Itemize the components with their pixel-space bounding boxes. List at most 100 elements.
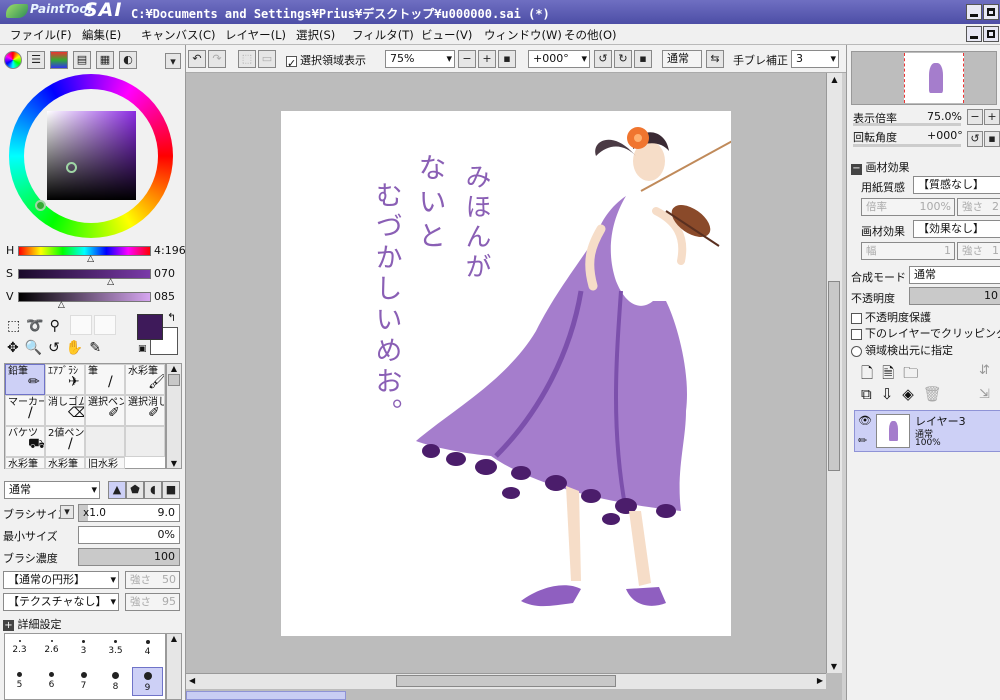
- new-raster-layer-icon[interactable]: 🗎: [882, 364, 903, 382]
- size-preset[interactable]: 6: [37, 668, 66, 695]
- tool-brush[interactable]: 筆 /: [85, 364, 125, 395]
- doc-restore-button[interactable]: [983, 26, 999, 42]
- layer-blend-select[interactable]: 通常: [909, 266, 1000, 284]
- layer-move-icon[interactable]: ⇵: [979, 363, 990, 378]
- scroll-thumb[interactable]: [828, 281, 840, 471]
- navigator-preview[interactable]: [851, 51, 997, 105]
- lasso-icon[interactable]: ➰: [26, 318, 49, 334]
- scratchpad-tab-icon[interactable]: ◐: [119, 51, 137, 69]
- swatch-tab-icon[interactable]: ▤: [73, 51, 91, 69]
- rotate-left-icon[interactable]: ↺: [594, 50, 612, 68]
- hue-slider[interactable]: [18, 246, 151, 256]
- layer-transfer-icon[interactable]: ⇲: [979, 387, 990, 402]
- value-slider[interactable]: [18, 292, 151, 302]
- sv-square[interactable]: [47, 111, 136, 200]
- paper-strength-field[interactable]: 強さ 2: [957, 198, 1000, 216]
- brush-density-slider[interactable]: 100: [78, 548, 180, 566]
- effect-strength-field[interactable]: 強さ 1: [957, 242, 1000, 260]
- clipping-checkbox[interactable]: 下のレイヤーでクリッピング: [851, 325, 1000, 341]
- tool-select-pen[interactable]: 選択ペン ✐: [85, 395, 125, 426]
- size-preset[interactable]: 7: [69, 668, 98, 695]
- scroll-up-icon[interactable]: ▲: [827, 75, 842, 84]
- zoom-out-icon[interactable]: −: [458, 50, 476, 68]
- tool-pencil[interactable]: 鉛筆 ✏: [5, 364, 45, 395]
- zoom-icon[interactable]: 🔍: [25, 340, 48, 356]
- menu-filter[interactable]: フィルタ(T): [352, 27, 414, 43]
- material-section-toggle[interactable]: − 画材効果: [851, 159, 910, 175]
- rotate-icon[interactable]: ↺: [48, 340, 66, 356]
- selection-source-checkbox[interactable]: 領域検出元に指定: [851, 342, 953, 358]
- size-preset[interactable]: 3.5: [101, 636, 130, 663]
- tool-marker[interactable]: マーカー /: [5, 395, 45, 426]
- new-folder-icon[interactable]: 🗀: [903, 364, 927, 382]
- sv-picker-marker[interactable]: [66, 162, 77, 173]
- saturation-slider[interactable]: [18, 269, 151, 279]
- nav-rotate-left-icon[interactable]: ↺: [967, 131, 983, 147]
- layer-opacity-slider[interactable]: 10: [909, 287, 1000, 305]
- hue-picker-marker[interactable]: [35, 200, 46, 211]
- size-preset[interactable]: 3: [69, 636, 98, 663]
- rotation-select[interactable]: +000° ▾: [528, 50, 590, 68]
- menu-layer[interactable]: レイヤー(L): [225, 27, 286, 43]
- tool-airbrush[interactable]: ｴｱﾌﾞﾗｼ ✈: [45, 364, 85, 395]
- merge-down-icon[interactable]: ⇩: [881, 385, 903, 403]
- selection-display-toggle[interactable]: ✓ 選択領域表示: [286, 52, 366, 70]
- tool-old-watercolor[interactable]: 旧水彩: [85, 457, 125, 469]
- layer-item[interactable]: 👁 ✏ レイヤー3 通常 100%: [854, 410, 1000, 452]
- scroll-up-icon[interactable]: ▲: [167, 634, 181, 643]
- foreground-color-swatch[interactable]: [137, 314, 163, 340]
- scroll-up-icon[interactable]: ▲: [167, 364, 181, 373]
- redo-icon[interactable]: ↷: [208, 50, 226, 68]
- effect-select[interactable]: 【効果なし】: [913, 220, 1000, 238]
- zoom-in-icon[interactable]: +: [478, 50, 496, 68]
- paper-scale-field[interactable]: 倍率 100%: [861, 198, 955, 216]
- palette-tab-icon[interactable]: ▦: [96, 51, 114, 69]
- menu-edit[interactable]: 編集(E): [82, 27, 121, 43]
- nav-zoom-in-icon[interactable]: +: [984, 109, 1000, 125]
- protect-opacity-checkbox[interactable]: 不透明度保護: [851, 309, 931, 325]
- new-layer-icon[interactable]: 🗋: [861, 364, 882, 382]
- brush-blend-select[interactable]: 通常 ▾: [4, 481, 100, 499]
- size-preset[interactable]: 8: [101, 668, 130, 695]
- doc-minimize-button[interactable]: [966, 26, 982, 42]
- min-size-slider[interactable]: 0%: [78, 526, 180, 544]
- size-preset-selected[interactable]: 9: [132, 667, 163, 696]
- texture-select[interactable]: 【テクスチャなし】 ▾: [3, 593, 119, 611]
- color-wheel-tab-icon[interactable]: [4, 51, 22, 69]
- flip-horizontal-icon[interactable]: ⇆: [706, 50, 724, 68]
- brush-shape-dome-icon[interactable]: ◖: [144, 481, 162, 499]
- tool-bucket[interactable]: バケツ ⛟: [5, 426, 45, 457]
- details-toggle[interactable]: + 詳細設定: [3, 616, 62, 632]
- brush-shape-round-icon[interactable]: ⬟: [126, 481, 144, 499]
- tool-grid-scrollbar[interactable]: ▲ ▼: [166, 363, 182, 469]
- delete-layer-icon[interactable]: 🗑: [923, 385, 951, 403]
- menu-file[interactable]: ファイル(F): [10, 27, 72, 43]
- brush-shape-flat-icon[interactable]: ▲: [108, 481, 126, 499]
- tool-binary-pen[interactable]: 2値ペン /: [45, 426, 85, 457]
- tool-select-eraser[interactable]: 選択消し ✐: [125, 395, 165, 426]
- presets-scrollbar[interactable]: ▲: [166, 633, 182, 700]
- eye-icon[interactable]: 👁: [858, 414, 872, 427]
- value-slider-thumb[interactable]: △: [58, 300, 65, 310]
- hsv-slider-tab-icon[interactable]: [50, 51, 68, 69]
- zoom-reset-icon[interactable]: ▪: [498, 50, 516, 68]
- undo-icon[interactable]: ↶: [188, 50, 206, 68]
- tool-watercolor[interactable]: 水彩筆 🖌: [125, 364, 165, 395]
- hand-icon[interactable]: ✋: [66, 340, 89, 356]
- menu-canvas[interactable]: キャンバス(C): [141, 27, 216, 43]
- rect-select-icon[interactable]: ⬚: [7, 318, 26, 334]
- tool-watercolor-3[interactable]: 水彩筆: [45, 457, 85, 469]
- shape-strength-field[interactable]: 強さ 50: [125, 571, 180, 589]
- canvas-document[interactable]: みほんが ないと むづかしいめお。: [281, 111, 737, 636]
- nav-rotate-right-icon[interactable]: ▪: [984, 131, 1000, 147]
- size-preset[interactable]: 2.6: [37, 636, 66, 663]
- scroll-thumb[interactable]: [396, 675, 616, 687]
- eyedropper-icon[interactable]: ✎: [89, 340, 107, 356]
- tool-watercolor-2[interactable]: 水彩筆: [5, 457, 45, 469]
- navigator-viewport[interactable]: [904, 53, 964, 103]
- transparent-color-icon[interactable]: ▣: [138, 344, 147, 354]
- stabilizer-select[interactable]: 3 ▾: [791, 50, 839, 68]
- view-mode-button[interactable]: 通常: [662, 50, 702, 68]
- rotate-reset-icon[interactable]: ▪: [634, 50, 652, 68]
- scroll-thumb[interactable]: [168, 374, 180, 386]
